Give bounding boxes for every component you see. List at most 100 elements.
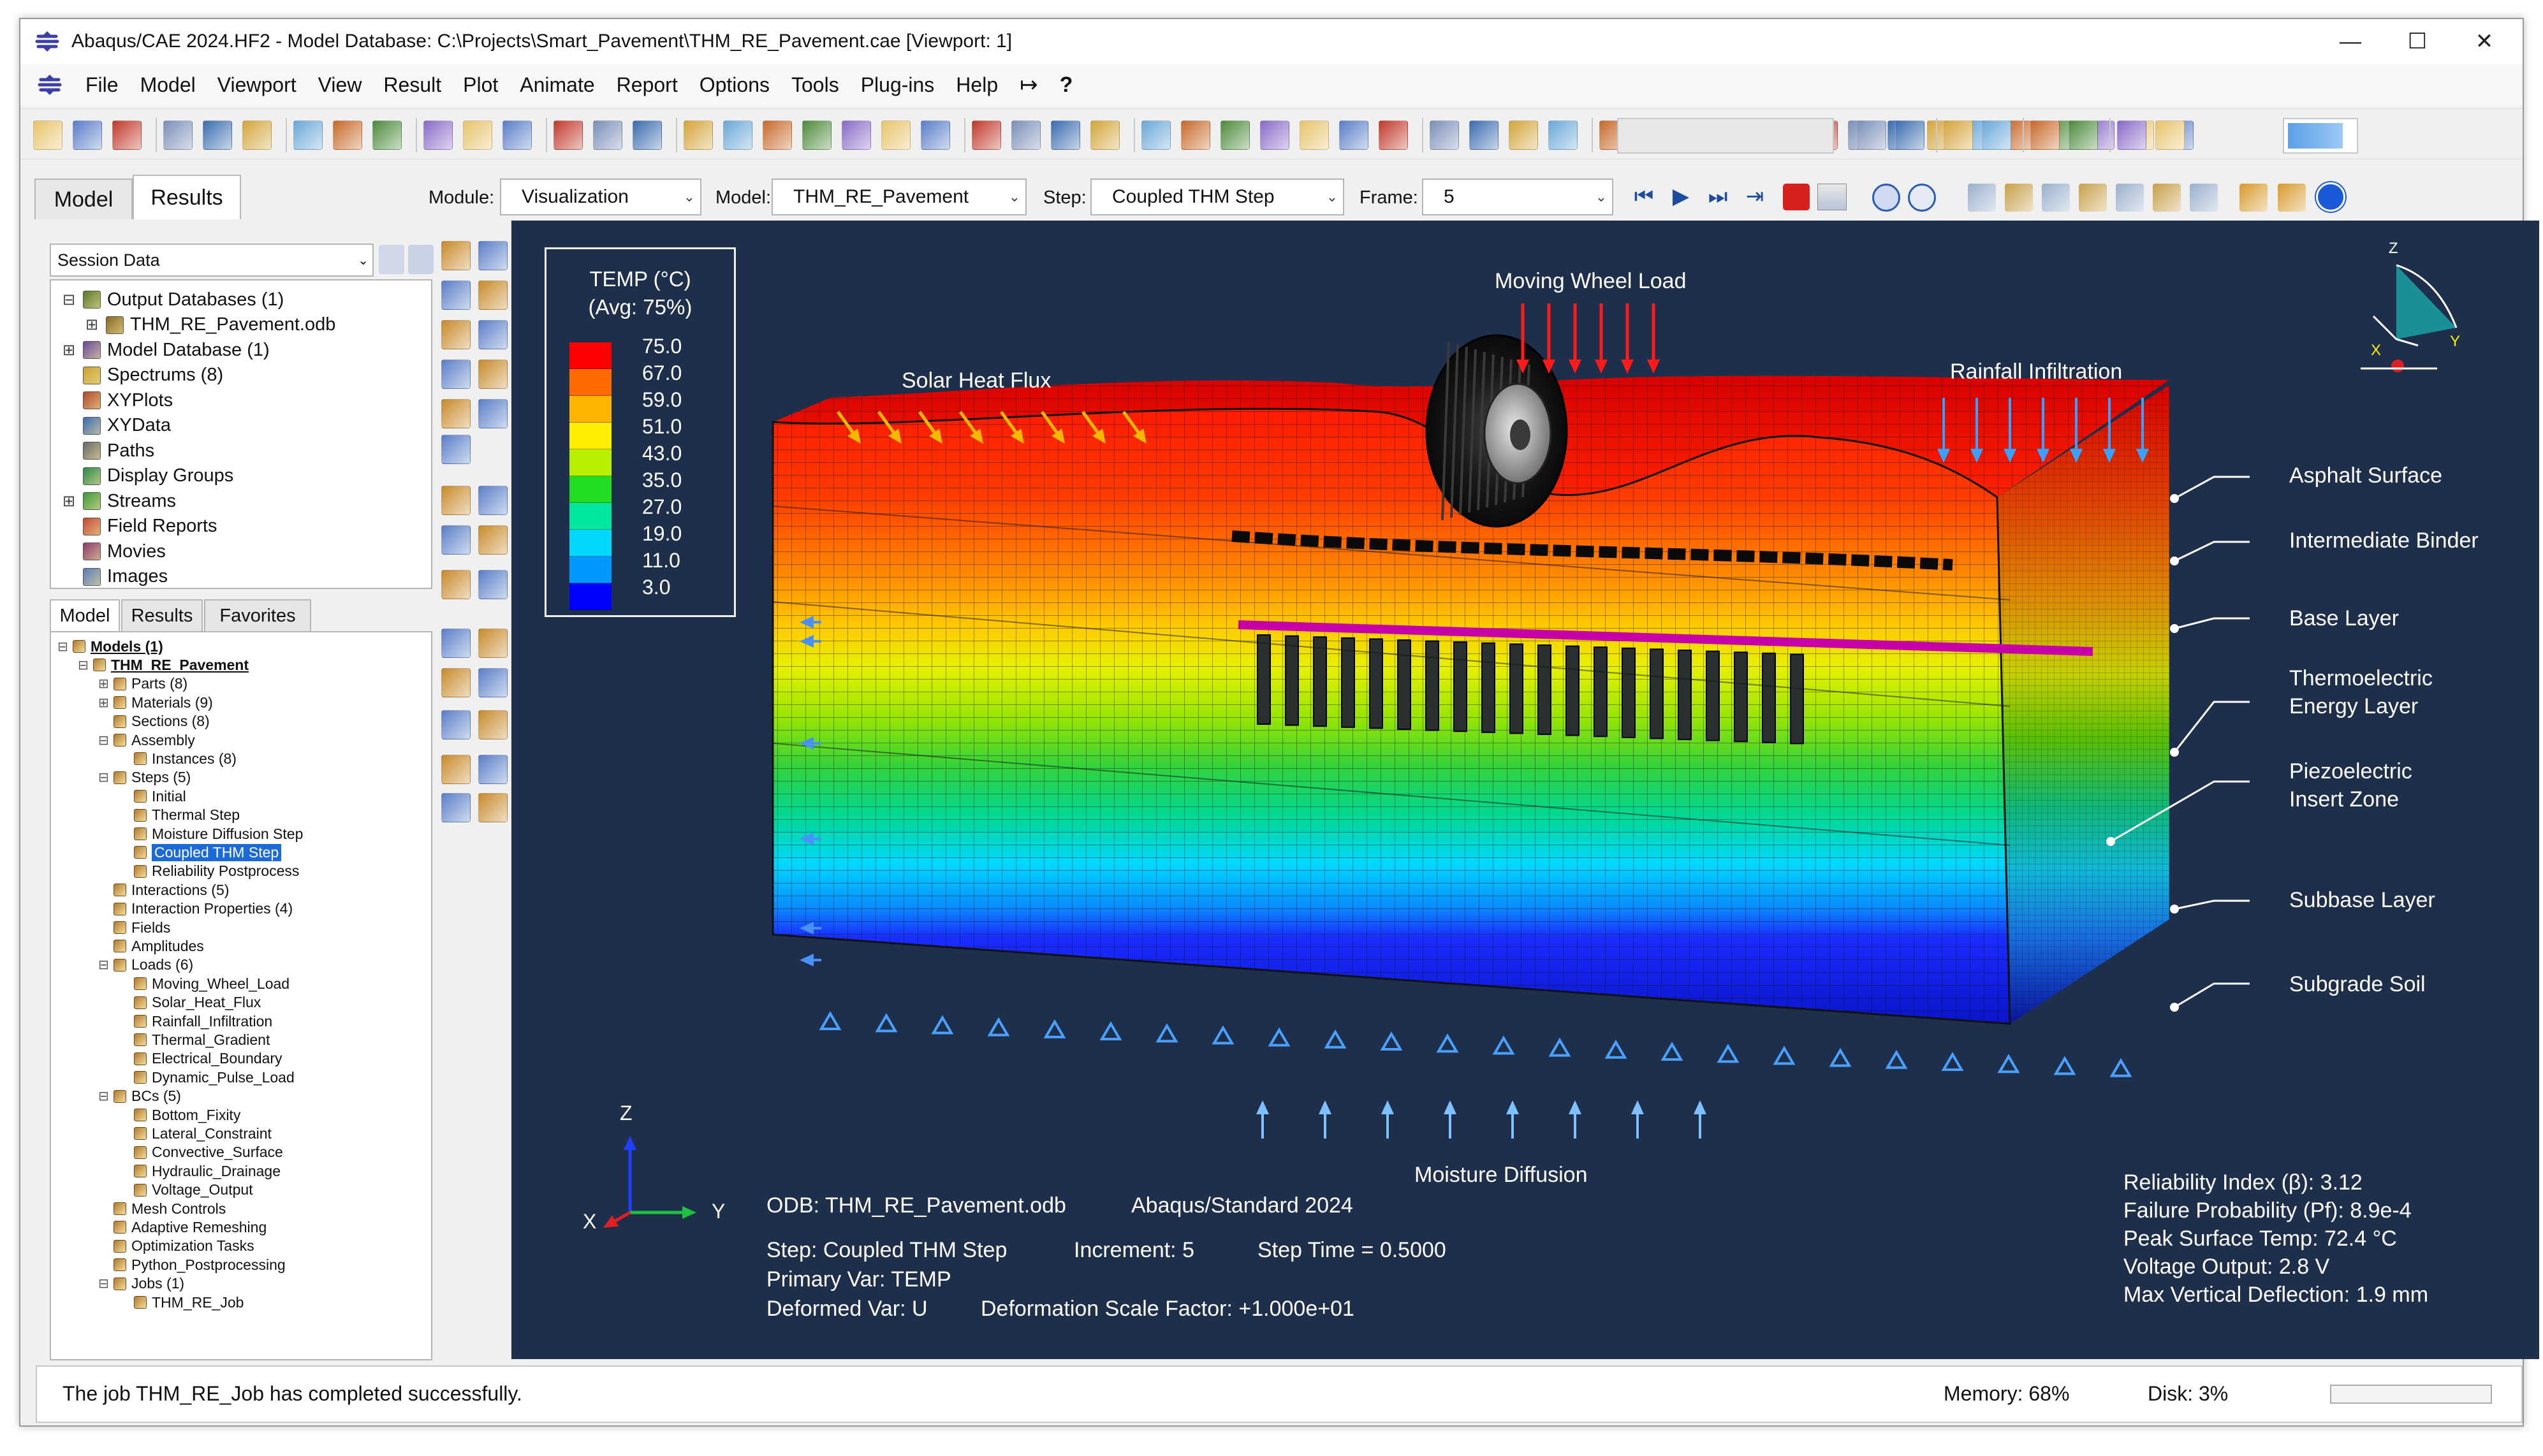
viz-tool-icon[interactable] [2079, 184, 2107, 212]
color-code-icon[interactable] [1339, 120, 1368, 150]
model-tree-item[interactable]: ⊞ Materials (9) [98, 694, 213, 711]
tree-expander-icon[interactable]: ⊟ [98, 769, 112, 785]
model-tree-item[interactable]: Thermal_Gradient [119, 1031, 270, 1049]
model-tree-item[interactable]: Fields [98, 919, 170, 936]
menu-animate[interactable]: Animate [520, 73, 594, 97]
tree-expander-icon[interactable]: ⊞ [62, 341, 79, 360]
menu-report[interactable]: Report [617, 73, 678, 97]
session-tree-item[interactable]: XYPlots [62, 389, 173, 412]
menu-result[interactable]: Result [383, 73, 441, 97]
tree-filter-icon[interactable] [379, 245, 404, 274]
print-icon[interactable] [163, 120, 193, 150]
select-box-icon[interactable] [463, 120, 492, 150]
model-tree-item[interactable]: Optimization Tasks [98, 1237, 254, 1255]
part-icon[interactable] [1509, 120, 1538, 150]
last-frame-icon[interactable]: ⏭ [1701, 180, 1734, 213]
toolbox-tool-icon[interactable] [478, 486, 508, 515]
viewcube-face-icon[interactable] [2396, 265, 2456, 339]
toolbox-tool-icon[interactable] [441, 629, 471, 658]
model-tree-item[interactable]: ⊟ Loads (6) [98, 956, 193, 974]
model-tree-item[interactable]: Interaction Properties (4) [98, 900, 293, 918]
plot-contours-icon[interactable] [1090, 120, 1120, 150]
toolbox-tool-icon[interactable] [478, 399, 508, 428]
import-icon[interactable] [242, 120, 272, 150]
session-data-select[interactable]: Session Data ⌄ [50, 244, 374, 277]
menu-viewport[interactable]: Viewport [217, 73, 297, 97]
tree-expander-icon[interactable]: ⊟ [62, 291, 79, 309]
tree-expander-icon[interactable]: ⊞ [98, 695, 112, 711]
toolbar-tool-icon[interactable] [2069, 120, 2098, 150]
model-tree-item[interactable]: Instances (8) [119, 750, 237, 768]
menu-view[interactable]: View [318, 73, 362, 97]
toolbox-tool-icon[interactable] [478, 280, 508, 310]
toolbox-tool-icon[interactable] [441, 399, 471, 428]
viz-tool-icon[interactable] [2190, 184, 2218, 212]
model-tree-item[interactable]: ⊟ THM_RE_Pavement [78, 656, 249, 674]
play-icon[interactable]: ▶ [1664, 180, 1697, 213]
open-icon[interactable] [73, 120, 102, 150]
redo-icon[interactable] [333, 120, 362, 150]
zoom-fit-icon[interactable] [723, 120, 752, 150]
tree-expander-icon[interactable]: ⊞ [98, 676, 112, 692]
select-region-icon[interactable] [502, 120, 532, 150]
session-tree-item[interactable]: XYData [62, 414, 171, 437]
model-tree-item[interactable]: ⊟ Assembly [98, 731, 195, 749]
toolbar-tool-icon[interactable] [2117, 120, 2146, 150]
toolbox-tool-icon[interactable] [478, 570, 508, 599]
menu-help[interactable]: Help [956, 73, 998, 97]
model-tree-item[interactable]: ⊟ Models (1) [57, 637, 163, 655]
tree-expander-icon[interactable]: ⊟ [57, 639, 71, 655]
session-tree-item[interactable]: Spectrums (8) [62, 364, 223, 387]
model-tree-item[interactable]: Voltage_Output [119, 1181, 253, 1199]
viz-tool-icon[interactable] [2116, 184, 2144, 212]
toolbox-tool-icon[interactable] [478, 755, 508, 784]
rotate-icon[interactable] [802, 120, 832, 150]
tree-expander-icon[interactable]: ⊟ [98, 957, 112, 973]
context-help-icon[interactable]: ↦ [1020, 72, 1038, 98]
model-tree-item[interactable]: Convective_Surface [119, 1144, 283, 1161]
session-tree-item[interactable]: Field Reports [62, 515, 217, 538]
toolbox-tool-icon[interactable] [441, 241, 471, 270]
tab-results[interactable]: Results [133, 175, 241, 219]
viz-tool-icon[interactable] [2042, 184, 2070, 212]
viz-tool-icon[interactable] [2153, 184, 2181, 212]
model-tree-item[interactable]: Amplitudes [98, 937, 204, 955]
toolbar-tool-icon[interactable] [1944, 120, 1973, 150]
views-list-icon[interactable] [1011, 120, 1041, 150]
instance-icon[interactable] [1430, 120, 1459, 150]
tree-expander-icon[interactable]: ⊞ [62, 492, 79, 511]
tree-expander-icon[interactable]: ⊞ [85, 316, 102, 334]
toolbox-tool-icon[interactable] [441, 486, 471, 515]
module-combo[interactable]: Visualization ⌄ [500, 178, 701, 215]
model-tree-item[interactable]: ⊟ Steps (5) [98, 769, 191, 787]
model-tree-item[interactable]: Coupled THM Step [119, 843, 282, 861]
first-frame-icon[interactable]: ⏮ [1627, 180, 1660, 213]
menu-plot[interactable]: Plot [463, 73, 498, 97]
toolbox-tool-icon[interactable] [441, 280, 471, 310]
plot-deformed-icon[interactable] [1141, 120, 1171, 150]
query-icon[interactable] [553, 120, 583, 150]
display-groups-icon[interactable] [1300, 120, 1329, 150]
toolbox-tool-icon[interactable] [478, 629, 508, 658]
view-options-icon[interactable] [921, 120, 950, 150]
toolbox-tool-icon[interactable] [478, 525, 508, 555]
menu-tools[interactable]: Tools [791, 73, 839, 97]
model-tree-item[interactable]: THM_RE_Job [119, 1293, 244, 1311]
undo-list-icon[interactable] [372, 120, 402, 150]
magnify-icon[interactable] [842, 120, 871, 150]
mesh-icon[interactable] [1548, 120, 1578, 150]
viz-tool-icon[interactable] [2005, 184, 2033, 212]
tree-expander-icon[interactable]: ⊟ [78, 657, 92, 673]
save-icon[interactable] [112, 120, 142, 150]
model-tree-item[interactable]: Lateral_Constraint [119, 1125, 272, 1142]
tree-expander-icon[interactable]: ⊟ [98, 732, 112, 748]
model-tree-item[interactable]: Mesh Controls [98, 1200, 226, 1218]
model-tree-item[interactable]: Electrical_Boundary [119, 1050, 282, 1068]
undo-icon[interactable] [293, 120, 323, 150]
zoom-box-icon[interactable] [684, 120, 713, 150]
toolbox-tool-icon[interactable] [441, 668, 471, 697]
tree-options-icon[interactable] [408, 245, 434, 274]
print-setup-icon[interactable] [203, 120, 232, 150]
toolbox-tool-icon[interactable] [441, 710, 471, 739]
toolbar-tool-icon[interactable] [2030, 120, 2060, 150]
